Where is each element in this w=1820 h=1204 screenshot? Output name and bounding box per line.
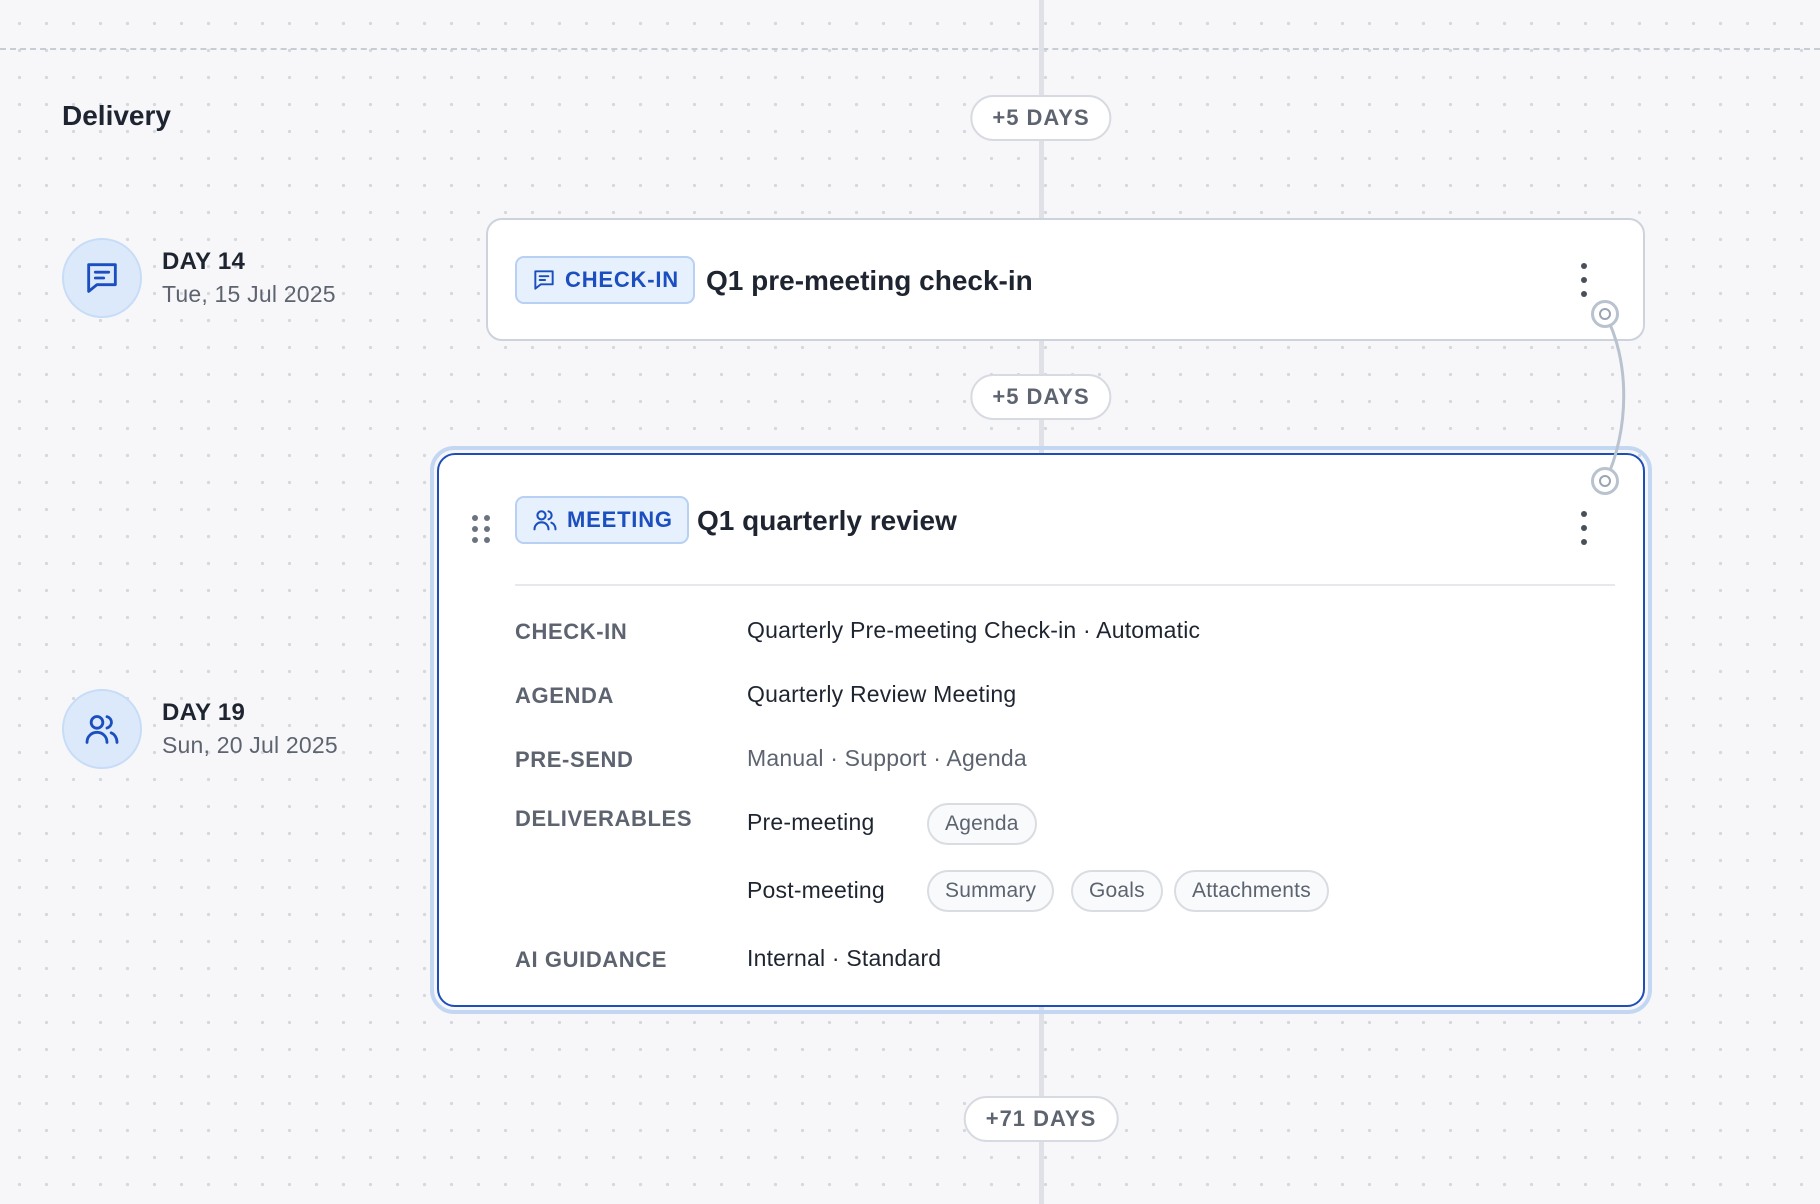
day-marker-icon-circle <box>62 689 142 769</box>
day-marker-icon-circle <box>62 238 142 318</box>
users-icon <box>533 510 557 531</box>
detail-label-agenda: AGENDA <box>515 683 614 708</box>
day-label: DAY 14 <box>162 248 246 275</box>
deliverables-pre-label: Pre-meeting <box>747 809 875 835</box>
deliverable-chip[interactable]: Summary <box>927 870 1055 912</box>
deliverable-chip[interactable]: Goals <box>1071 870 1163 912</box>
connector-node-icon[interactable] <box>1591 300 1619 328</box>
chat-icon <box>87 263 117 293</box>
deliverable-chip[interactable]: Agenda <box>927 803 1037 845</box>
detail-value-checkin: Quarterly Pre-meeting Check-in · Automat… <box>747 617 1201 643</box>
detail-value-presend: Manual · Support · Agenda <box>747 745 1027 771</box>
day-date: Tue, 15 Jul 2025 <box>162 281 336 307</box>
badge-label: MEETING <box>567 507 673 532</box>
detail-value-agenda: Quarterly Review Meeting <box>747 681 1017 707</box>
card-divider <box>515 584 1615 586</box>
checkin-title: Q1 pre-meeting check-in <box>706 265 1033 296</box>
detail-label-checkin: CHECK-IN <box>515 619 628 644</box>
section-separator <box>0 48 1820 50</box>
badge-label: CHECK-IN <box>565 267 679 292</box>
deliverables-post-label: Post-meeting <box>747 877 885 903</box>
checkin-type-badge: CHECK-IN <box>515 256 695 304</box>
detail-label-presend: PRE-SEND <box>515 747 634 772</box>
gap-pill: +5 DAYS <box>970 374 1112 420</box>
gap-pill: +5 DAYS <box>970 95 1112 141</box>
detail-value-ai-guidance: Internal · Standard <box>747 945 942 971</box>
users-icon <box>85 715 119 744</box>
meeting-more-icon[interactable] <box>1574 511 1594 545</box>
deliverable-chip[interactable]: Attachments <box>1174 870 1329 912</box>
day-label: DAY 19 <box>162 699 246 726</box>
meeting-title: Q1 quarterly review <box>697 505 957 536</box>
section-title: Delivery <box>62 100 171 131</box>
day-date: Sun, 20 Jul 2025 <box>162 732 338 758</box>
drag-handle-icon[interactable] <box>472 515 490 543</box>
detail-label-deliverables: DELIVERABLES <box>515 806 693 831</box>
connector-node-icon[interactable] <box>1591 467 1619 495</box>
chat-icon <box>534 270 554 290</box>
meeting-type-badge: MEETING <box>515 496 689 544</box>
detail-label-ai-guidance: AI GUIDANCE <box>515 947 668 972</box>
gap-pill: +71 DAYS <box>963 1096 1119 1142</box>
